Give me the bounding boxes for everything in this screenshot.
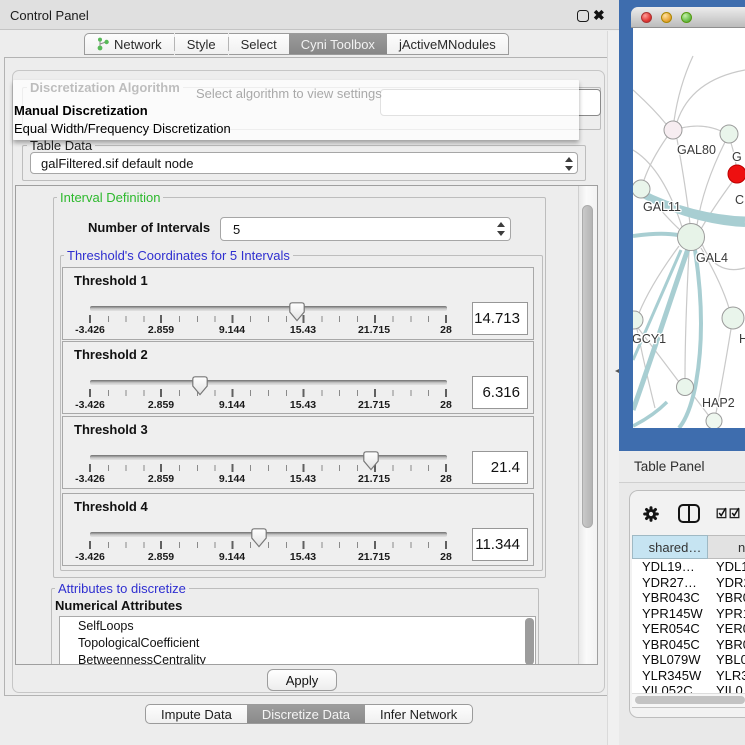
svg-text:HAP2: HAP2 [702, 396, 735, 410]
svg-text:G: G [732, 150, 742, 164]
svg-text:GCY1: GCY1 [633, 332, 666, 346]
svg-text:C: C [735, 193, 744, 207]
svg-text:GAL11: GAL11 [643, 200, 681, 214]
svg-text:GAL80: GAL80 [677, 143, 716, 157]
svg-text:GAL4: GAL4 [696, 251, 728, 265]
svg-text:H: H [739, 332, 745, 346]
